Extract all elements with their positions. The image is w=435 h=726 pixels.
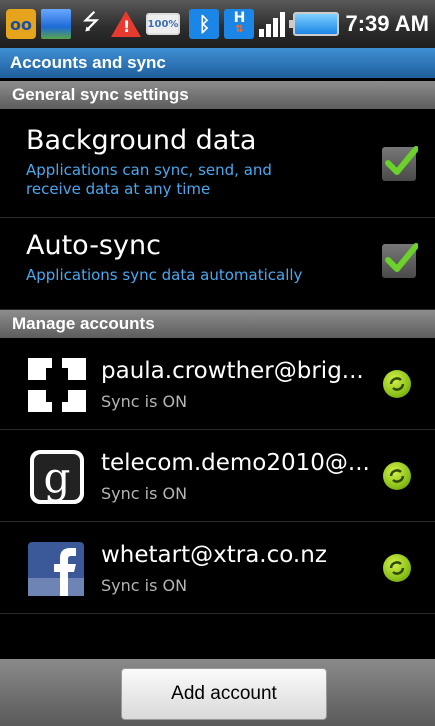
section-header-general: General sync settings [0,81,435,109]
account-name: whetart@xtra.co.nz [101,542,327,568]
add-account-button[interactable]: Add account [121,668,327,720]
section-header-manage: Manage accounts [0,310,435,338]
hspa-icon: H ⇅ [224,9,255,39]
setting-description: Applications sync data automatically [26,266,303,284]
usb-icon: ⭍ [81,10,101,35]
sync-icon [383,370,411,398]
checkmark-icon [385,243,418,272]
setting-background-data[interactable]: Background data Applications can sync, s… [0,110,435,218]
page-title: Accounts and sync [0,48,435,78]
auto-sync-checkbox[interactable] [382,243,418,278]
account-row-facebook[interactable]: whetart@xtra.co.nz Sync is ON [0,522,435,614]
google-icon: g [26,448,88,506]
checkmark-icon [385,146,418,175]
account-name: paula.crowther@brig... [101,358,364,384]
setting-title: Background data [26,125,257,156]
voicemail-icon: oo [6,9,36,39]
bottom-bar: Add account [0,659,435,726]
account-row-google[interactable]: g telecom.demo2010@... Sync is ON [0,430,435,522]
setting-description: Applications can sync, send, and receive… [26,161,272,198]
signal-icon [259,11,287,37]
setting-auto-sync[interactable]: Auto-sync Applications sync data automat… [0,218,435,310]
svg-text:g: g [44,453,71,502]
exchange-icon [26,356,88,414]
background-data-checkbox[interactable] [382,146,418,181]
setting-title: Auto-sync [26,230,161,261]
sync-icon [383,462,411,490]
account-name: telecom.demo2010@... [101,450,370,476]
bluetooth-icon: ᛒ [189,9,220,39]
status-bar: oo ⭍ ! 100% ᛒ H ⇅ 7:39 AM [0,0,435,48]
account-sync-status: Sync is ON [101,484,188,503]
facebook-icon [26,540,88,598]
account-row-exchange[interactable]: paula.crowther@brig... Sync is ON [0,338,435,430]
picture-icon [41,9,71,39]
battery-small-icon: 100% [146,13,180,35]
sync-icon [383,554,411,582]
account-sync-status: Sync is ON [101,392,188,411]
clock: 7:39 AM [345,11,429,36]
account-sync-status: Sync is ON [101,576,188,595]
warning-icon: ! [111,11,141,37]
battery-icon [289,12,340,36]
